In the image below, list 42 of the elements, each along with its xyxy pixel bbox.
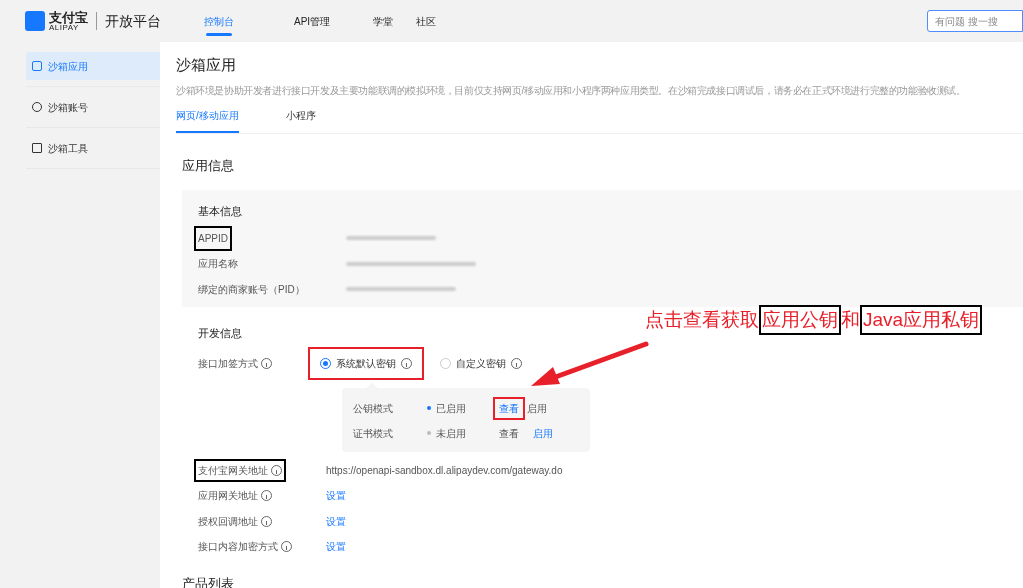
field-label: 绑定的商家账号（PID）	[198, 282, 305, 297]
logo-subtext: ALIPAY	[49, 23, 79, 32]
sidebar-item[interactable]: 沙箱应用	[26, 52, 160, 80]
field-label: 支付宝网关地址	[194, 458, 286, 482]
search-field[interactable]: 有问题 搜一搜	[927, 10, 1023, 32]
radio-option[interactable]: 系统默认密钥	[308, 346, 424, 380]
annotation-text: 点击查看获取 应用公钥 和 Java应用私钥	[645, 305, 983, 335]
mode-label: 证书模式	[353, 426, 394, 441]
enable-link[interactable]: 启用	[533, 425, 553, 441]
logo-icon	[25, 11, 45, 31]
field-label: 授权回调地址	[198, 513, 272, 529]
field-label: 应用网关地址	[198, 488, 272, 504]
set-link[interactable]: 设置	[326, 488, 346, 504]
view-link[interactable]: 查看	[499, 425, 519, 441]
field-label: 接口加签方式	[198, 356, 258, 371]
tab[interactable]: 网页/移动应用	[176, 107, 239, 133]
tab[interactable]: 小程序	[285, 107, 316, 133]
subsection-title: 开发信息	[198, 326, 243, 341]
mode-label: 公钥模式	[353, 401, 394, 416]
set-link[interactable]: 设置	[326, 513, 346, 529]
nav-tab[interactable]: 学堂	[373, 0, 394, 42]
enable-link[interactable]: 启用	[527, 400, 547, 416]
platform-title: 开放平台	[105, 11, 161, 31]
field-label: APPID	[194, 225, 232, 251]
page-title: 沙箱应用	[176, 55, 237, 75]
nav-tab[interactable]: API管理	[294, 0, 331, 42]
section-title: 应用信息	[182, 156, 235, 175]
field-label: 应用名称	[198, 257, 238, 272]
gateway-url: https://openapi-sandbox.dl.alipaydev.com/gateway.do	[326, 463, 563, 478]
sidebar-item[interactable]: 沙箱工具	[26, 134, 160, 162]
set-link[interactable]: 设置	[326, 539, 346, 555]
logo-text: 支付宝	[49, 10, 88, 24]
status-text: 已启用	[436, 401, 466, 416]
view-link[interactable]: 查看	[493, 396, 525, 420]
sidebar-item[interactable]: 沙箱账号	[26, 93, 160, 121]
status-text: 未启用	[436, 426, 466, 441]
nav-tab[interactable]: 控制台	[204, 0, 234, 42]
field-label: 接口内容加密方式	[198, 539, 292, 555]
page-description: 沙箱环境是协助开发者进行接口开发及主要功能联调的模拟环境，目前仅支持网页/移动应用和小程序两种应用类型。在沙箱完成接口调试后，请务必在正式环境进行完整的功能验收测试。	[176, 83, 967, 98]
subsection-title: 基本信息	[198, 204, 243, 219]
nav-tab[interactable]: 社区	[416, 0, 437, 42]
radio-option[interactable]: 自定义密钥	[428, 346, 534, 380]
